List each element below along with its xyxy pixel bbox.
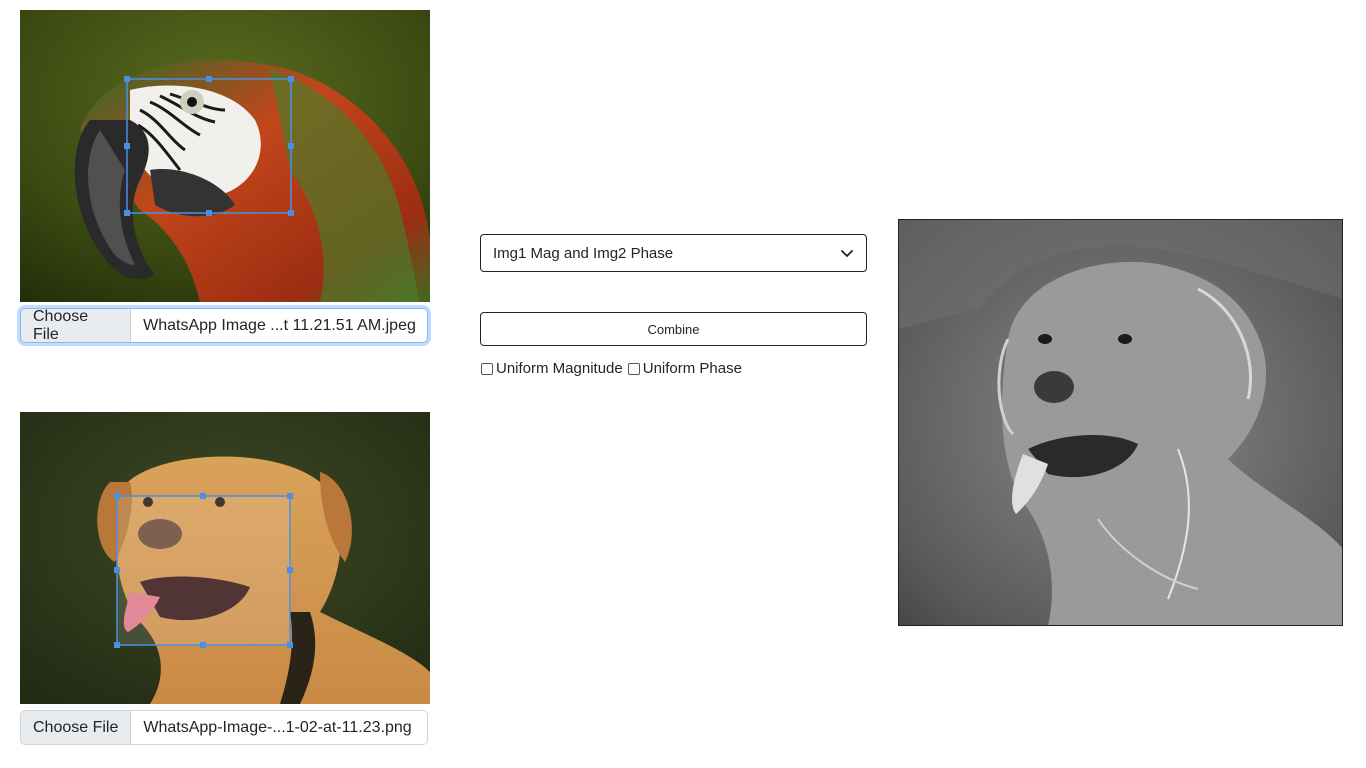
- image1-preview[interactable]: [20, 10, 430, 302]
- selection-box-1[interactable]: [20, 10, 430, 302]
- selection-box-2[interactable]: [20, 412, 430, 704]
- uniform-magnitude-label: Uniform Magnitude: [496, 360, 623, 377]
- file-input-1[interactable]: Choose File WhatsApp Image ...t 11.21.51…: [20, 308, 428, 343]
- file-input-2[interactable]: Choose File WhatsApp-Image-...1-02-at-11…: [20, 710, 428, 745]
- file-name-2: WhatsApp-Image-...1-02-at-11.23.png: [143, 718, 412, 736]
- combine-button[interactable]: Combine: [480, 312, 867, 346]
- image2-preview[interactable]: [20, 412, 430, 704]
- combined-output-image: [898, 219, 1343, 626]
- uniform-magnitude-checkbox[interactable]: [481, 362, 493, 375]
- uniform-phase-label: Uniform Phase: [642, 360, 742, 377]
- uniform-phase-checkbox[interactable]: [627, 362, 640, 375]
- mode-select-value: Img1 Mag and Img2 Phase: [493, 244, 674, 262]
- mode-select[interactable]: Img1 Mag and Img2 Phase: [480, 234, 867, 272]
- file-name-1: WhatsApp Image ...t 11.21.51 AM.jpeg: [143, 316, 416, 334]
- result-image: [898, 219, 1343, 626]
- chevron-down-icon: [841, 250, 853, 257]
- choose-file-button-2[interactable]: Choose File: [21, 711, 132, 744]
- uniform-options: Uniform Magnitude Uniform Phase: [480, 360, 746, 377]
- choose-file-button-1[interactable]: Choose File: [21, 308, 132, 343]
